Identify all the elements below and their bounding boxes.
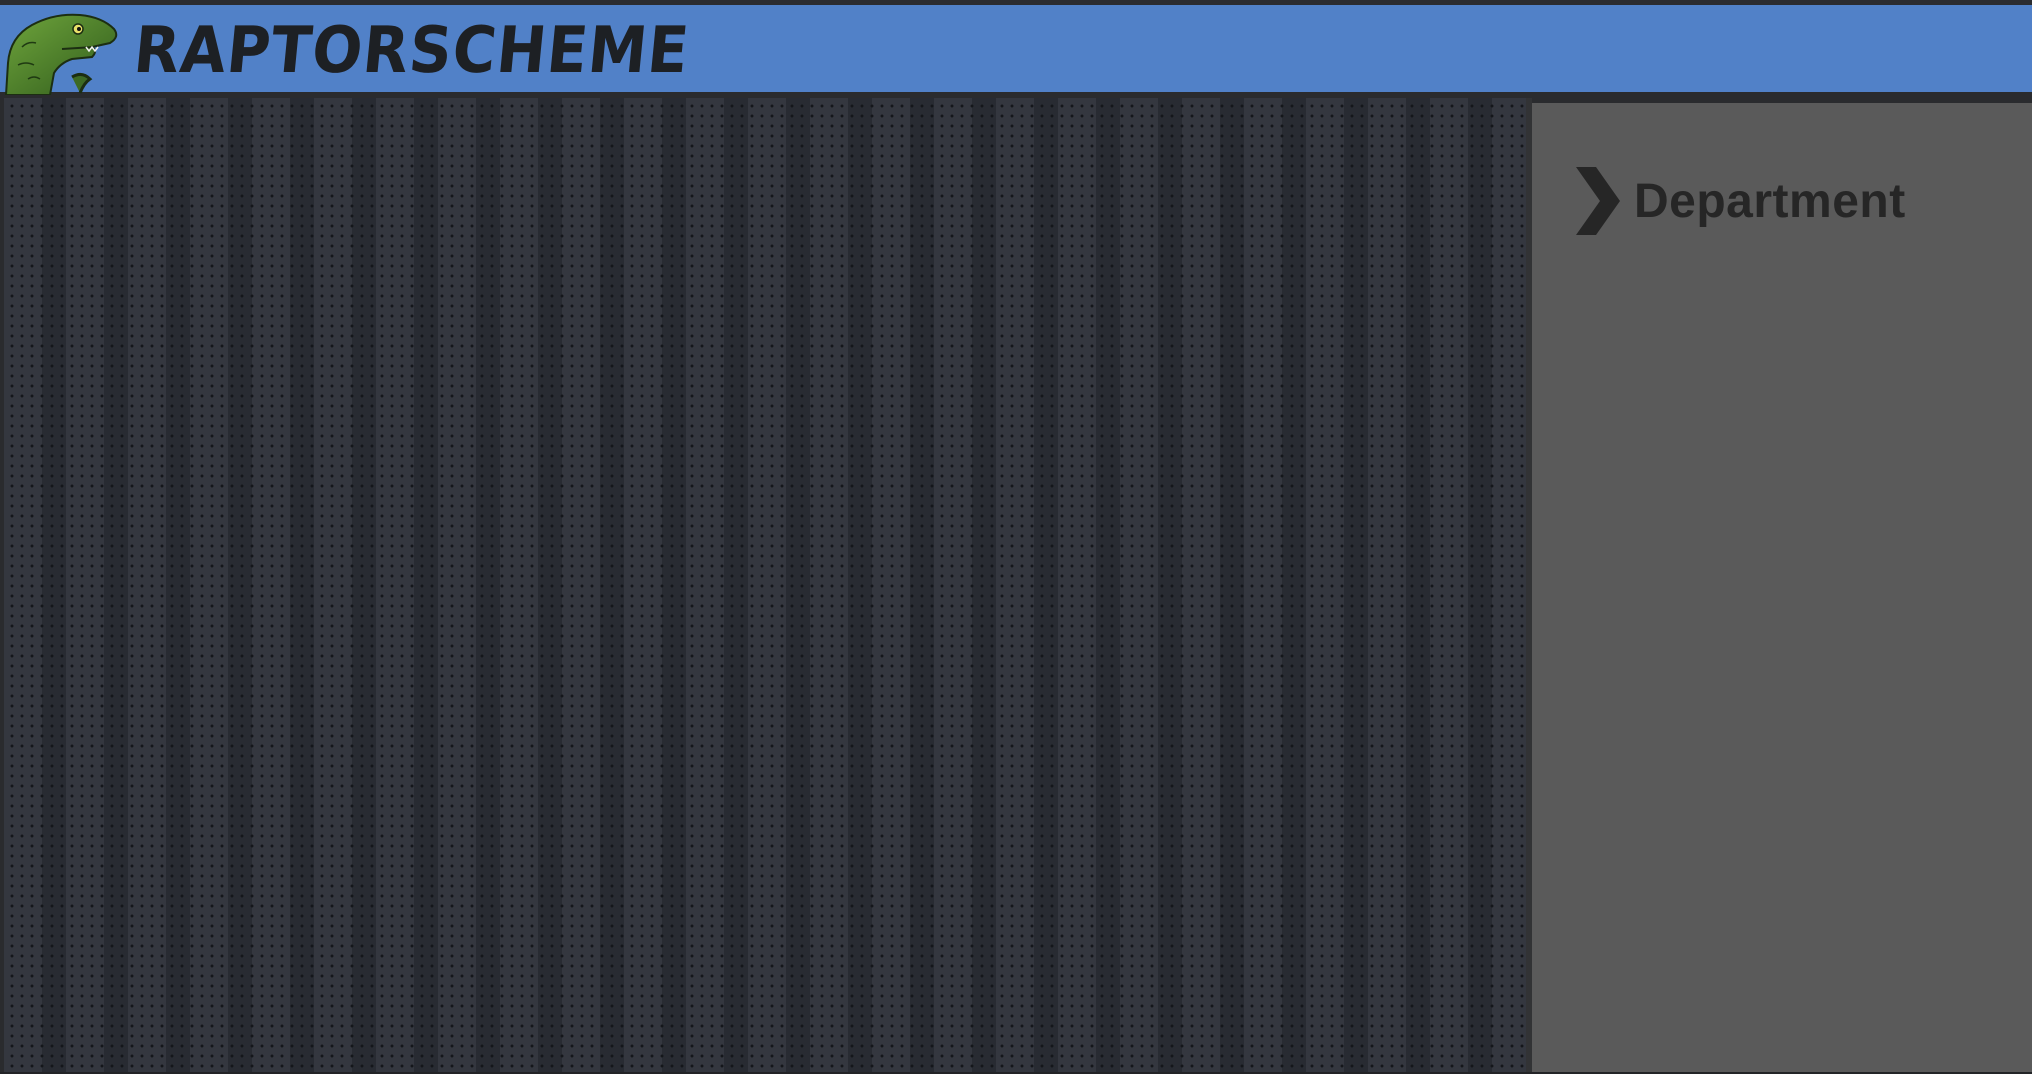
sidebar-item-label: Department bbox=[1634, 174, 1906, 228]
sidebar-panel: Department bbox=[1532, 103, 2032, 1074]
header-bar: RAPTORSCHEME bbox=[0, 5, 2032, 96]
chevron-right-icon bbox=[1570, 163, 1624, 239]
app-window: RAPTORSCHEME Department bbox=[0, 0, 2032, 1074]
brand-title: RAPTORSCHEME bbox=[130, 14, 693, 88]
raptor-logo-icon[interactable] bbox=[2, 7, 120, 96]
sidebar-item-department[interactable]: Department bbox=[1570, 163, 1906, 239]
main-canvas bbox=[4, 98, 1526, 1072]
